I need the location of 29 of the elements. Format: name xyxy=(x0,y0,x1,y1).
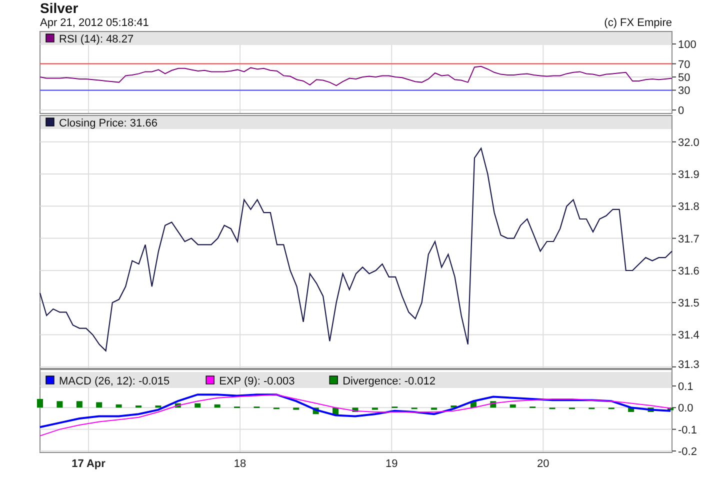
axis-label: -0.1 xyxy=(678,424,697,436)
legend-label: Divergence: -0.012 xyxy=(342,376,436,388)
axis-label: 0.1 xyxy=(678,380,694,393)
axis-label: 0 xyxy=(678,105,684,115)
axis-label: 0.0 xyxy=(678,402,694,415)
axis-label: 19 xyxy=(386,458,398,470)
legend-label: MACD (26, 12): -0.015 xyxy=(59,376,170,388)
axis-label: 31.5 xyxy=(678,298,700,310)
axis-label: 70 xyxy=(678,58,690,71)
axis-label: 50 xyxy=(678,72,690,84)
axis-label: 30 xyxy=(678,85,690,98)
axis-label: 31.8 xyxy=(678,201,700,214)
axis-label: 31.6 xyxy=(678,265,700,278)
axis-label: -0.2 xyxy=(678,446,697,458)
axis-label: 31.9 xyxy=(678,169,700,181)
axis-label: 31.3 xyxy=(678,359,700,369)
timestamp: Apr 21, 2012 05:18:41 xyxy=(40,17,149,30)
credit-text: (c) FX Empire xyxy=(604,17,672,30)
axis-label: 20 xyxy=(537,458,550,470)
axis-label: 31.7 xyxy=(678,233,700,246)
axis-label: 31.4 xyxy=(678,330,700,342)
axis-label: 32.0 xyxy=(678,136,700,149)
chart-title: Silver xyxy=(40,0,80,17)
axis-label: 100 xyxy=(678,38,696,51)
legend-label: Closing Price: 31.66 xyxy=(59,118,158,130)
legend-label: EXP (9): -0.003 xyxy=(219,376,295,388)
legend-label: RSI (14): 48.27 xyxy=(59,34,134,46)
axis-label: 17 Apr xyxy=(72,458,106,470)
axis-label: 18 xyxy=(234,458,246,470)
